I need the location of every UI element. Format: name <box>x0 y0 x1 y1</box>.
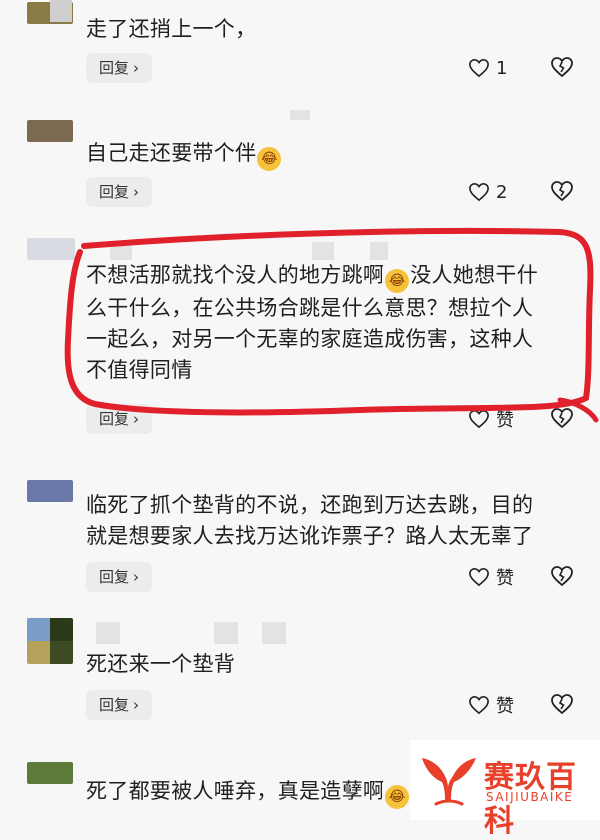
username-mosaic <box>370 242 388 260</box>
broken-heart-icon[interactable] <box>550 564 574 588</box>
username-mosaic <box>312 242 334 260</box>
reply-button[interactable]: 回复 › <box>86 404 152 434</box>
like-button[interactable]: 赞 <box>468 404 514 434</box>
heart-icon <box>469 567 489 587</box>
chevron-right-icon: › <box>133 568 139 586</box>
laughing-crying-emoji-icon: 😂 <box>257 147 282 171</box>
watermark-subtitle: SAIJIUBAIKE <box>486 790 574 804</box>
heart-icon <box>469 695 489 715</box>
comment-line-1-part-2: 没人她想干什 <box>410 263 539 287</box>
avatar[interactable] <box>27 238 75 260</box>
like-count: 2 <box>496 181 508 203</box>
comment-text: 自己走还要带个伴 😂 <box>86 138 586 171</box>
whale-tail-logo-icon <box>422 758 476 806</box>
comment-line-2: 就是想要家人去找万达讹诈票子？路人太无辜了 <box>86 524 534 548</box>
chevron-right-icon: › <box>133 183 139 201</box>
comment-line-1: 临死了抓个垫背的不说，还跑到万达去跳，目的 <box>86 493 534 517</box>
chevron-right-icon: › <box>133 59 139 77</box>
comment-line-1-part-1: 不想活那就找个没人的地方跳啊 <box>86 263 385 287</box>
heart-icon <box>469 58 489 78</box>
like-label: 赞 <box>496 410 514 431</box>
reply-label: 回复 <box>98 59 129 77</box>
reply-label: 回复 <box>98 183 129 201</box>
reply-button[interactable]: 回复 › <box>86 53 152 83</box>
avatar[interactable] <box>27 120 73 142</box>
like-button[interactable]: 赞 <box>468 562 514 592</box>
avatar[interactable] <box>27 762 73 784</box>
username-mosaic <box>96 622 120 644</box>
comment-text: 不想活那就找个没人的地方跳啊 😂 没人她想干什 么干什么，在公共场合跳是什么意思？想… <box>86 260 586 386</box>
like-button[interactable]: 1 <box>468 53 507 83</box>
reply-button[interactable]: 回复 › <box>86 690 152 720</box>
watermark: 赛玖百科 SAIJIUBAIKE <box>410 740 600 839</box>
comment-line-1: 不想活那就找个没人的地方跳啊 😂 没人她想干什 <box>86 260 586 293</box>
username-mosaic <box>262 622 286 644</box>
laughing-crying-emoji-icon: 😂 <box>385 785 410 809</box>
broken-heart-icon[interactable] <box>550 55 574 79</box>
like-label: 赞 <box>496 568 514 589</box>
broken-heart-icon[interactable] <box>550 179 574 203</box>
reply-label: 回复 <box>98 568 129 586</box>
username-mosaic <box>214 622 238 644</box>
comment-text: 临死了抓个垫背的不说，还跑到万达去跳，目的 就是想要家人去找万达讹诈票子？路人太… <box>86 490 586 552</box>
username-mosaic <box>110 242 132 260</box>
laughing-crying-emoji-icon: 😂 <box>385 269 410 293</box>
heart-icon <box>469 409 489 429</box>
username-mosaic <box>290 110 310 120</box>
username-mosaic <box>50 0 72 22</box>
comment-text: 死还来一个垫背 <box>86 652 236 676</box>
heart-icon <box>469 182 489 202</box>
like-button[interactable]: 赞 <box>468 690 514 720</box>
reply-button[interactable]: 回复 › <box>86 177 152 207</box>
chevron-right-icon: › <box>133 696 139 714</box>
comment-text: 走了还捎上一个， <box>86 17 257 41</box>
broken-heart-icon[interactable] <box>550 406 574 430</box>
chevron-right-icon: › <box>133 410 139 428</box>
comment-text-main: 自己走还要带个伴 <box>86 141 257 165</box>
broken-heart-icon[interactable] <box>550 692 574 716</box>
comment-line-3: 一起么，对另一个无辜的家庭造成伤害，这种人 <box>86 327 534 351</box>
reply-label: 回复 <box>98 696 129 714</box>
avatar[interactable] <box>27 618 73 664</box>
avatar[interactable] <box>27 480 73 502</box>
reply-label: 回复 <box>98 410 129 428</box>
like-count: 1 <box>496 57 508 79</box>
comment-text-main: 死了都要被人唾弃，真是造孽啊 <box>86 779 385 803</box>
like-button[interactable]: 2 <box>468 177 507 207</box>
comment-line-2: 么干什么，在公共场合跳是什么意思？想拉个人 <box>86 296 534 320</box>
comment-line-4: 不值得同情 <box>86 358 193 382</box>
reply-button[interactable]: 回复 › <box>86 562 152 592</box>
like-label: 赞 <box>496 696 514 717</box>
